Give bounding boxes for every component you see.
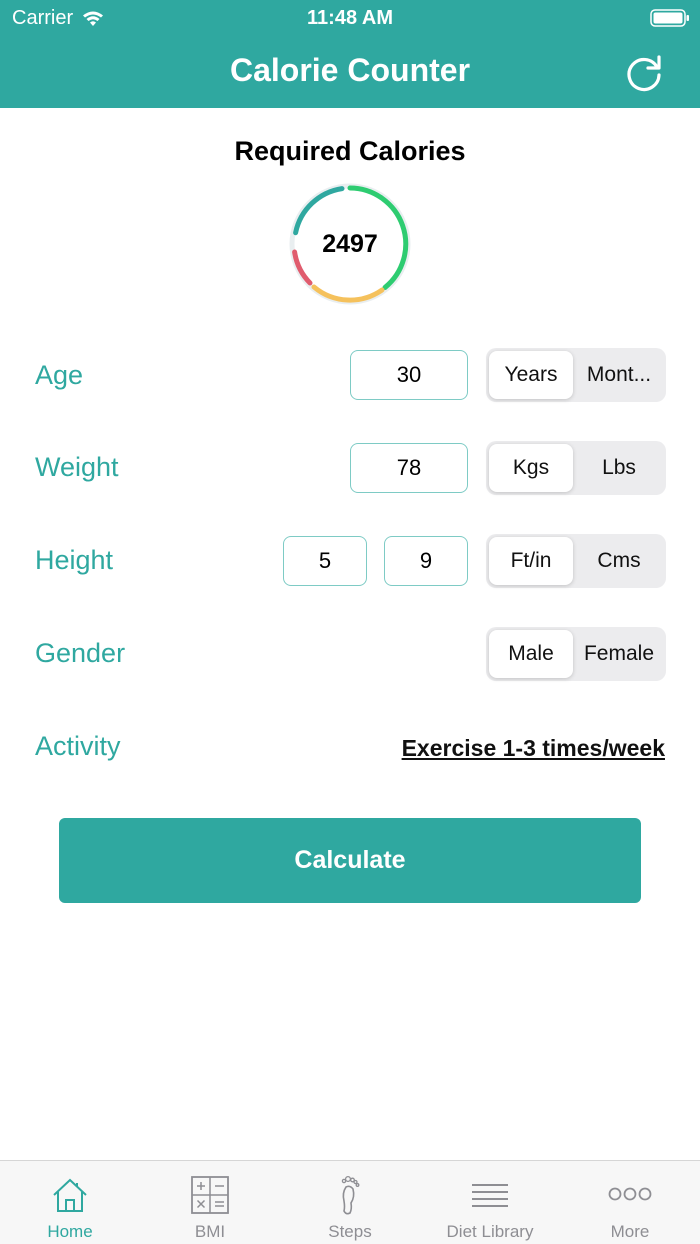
tab-more[interactable]: More — [560, 1161, 700, 1244]
age-unit-years[interactable]: Years — [489, 351, 573, 399]
tab-steps-label: Steps — [328, 1222, 372, 1241]
weight-input[interactable]: 78 — [350, 443, 468, 493]
required-calories-heading: Required Calories — [234, 136, 466, 166]
gender-female[interactable]: Female — [575, 630, 663, 678]
refresh-icon[interactable] — [622, 51, 666, 95]
weight-unit-lbs[interactable]: Lbs — [575, 444, 663, 492]
age-label: Age — [35, 360, 84, 390]
height-label: Height — [35, 545, 114, 575]
activity-selector[interactable]: Exercise 1-3 times/week — [402, 735, 665, 762]
status-time: 11:48 AM — [307, 7, 393, 29]
tab-diet-library[interactable]: Diet Library — [420, 1161, 560, 1244]
height-inches-input[interactable]: 9 — [384, 536, 468, 586]
required-calories-value: 2497 — [322, 229, 378, 258]
calculate-button[interactable]: Calculate — [59, 818, 641, 903]
age-input[interactable]: 30 — [350, 350, 468, 400]
home-icon — [53, 1178, 87, 1212]
height-unit-cms[interactable]: Cms — [575, 537, 663, 585]
tab-more-label: More — [610, 1222, 650, 1241]
age-unit-selector: Years Mont... — [486, 348, 666, 402]
weight-label: Weight — [35, 452, 119, 482]
page-title: Calorie Counter — [229, 52, 471, 88]
age-unit-months[interactable]: Mont... — [575, 351, 663, 399]
calculator-icon — [191, 1176, 229, 1214]
gender-selector: Male Female — [486, 627, 666, 681]
list-icon — [472, 1184, 508, 1207]
height-unit-ftin[interactable]: Ft/in — [489, 537, 573, 585]
tab-diet-library-label: Diet Library — [446, 1222, 534, 1241]
tab-bmi[interactable]: BMI — [140, 1161, 280, 1244]
gender-label: Gender — [35, 638, 126, 668]
more-dots-icon — [608, 1187, 652, 1201]
tab-bar: Home BMI Steps Diet Library More — [0, 1160, 700, 1244]
tab-home[interactable]: Home — [0, 1161, 140, 1244]
tab-bmi-label: BMI — [194, 1222, 226, 1241]
tab-steps[interactable]: Steps — [280, 1161, 420, 1244]
gender-male[interactable]: Male — [489, 630, 573, 678]
activity-label: Activity — [35, 731, 121, 761]
footprint-icon — [341, 1175, 360, 1215]
height-unit-selector: Ft/in Cms — [486, 534, 666, 588]
weight-unit-kgs[interactable]: Kgs — [489, 444, 573, 492]
height-feet-input[interactable]: 5 — [283, 536, 367, 586]
tab-home-label: Home — [47, 1222, 93, 1241]
navigation-bar: Carrier 11:48 AM Calorie Counter — [0, 0, 700, 108]
battery-icon — [650, 9, 689, 27]
weight-unit-selector: Kgs Lbs — [486, 441, 666, 495]
